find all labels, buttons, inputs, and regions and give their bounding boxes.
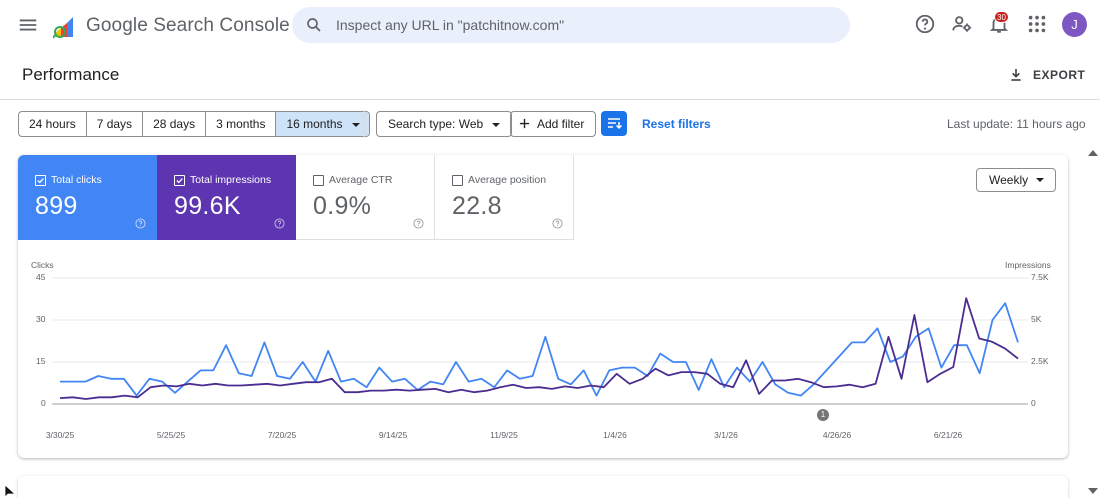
caret-down-icon: [492, 122, 501, 127]
range-16-months-label: 16 months: [286, 117, 343, 131]
date-range-selector: 24 hours 7 days 28 days 3 months 16 mont…: [18, 111, 370, 137]
top-bar: Google Search Console 30 J: [0, 0, 1100, 52]
chart-annotation-marker[interactable]: 1: [817, 409, 829, 421]
filter-list-icon: [608, 118, 623, 130]
export-button[interactable]: EXPORT: [1008, 64, 1085, 86]
plus-icon: [519, 118, 530, 129]
scroll-up-arrow[interactable]: [1088, 150, 1098, 156]
url-inspection-search[interactable]: [292, 7, 850, 43]
mouse-cursor-icon: [4, 484, 16, 498]
range-28-days[interactable]: 28 days: [143, 112, 207, 136]
range-16-months[interactable]: 16 months: [276, 112, 369, 136]
search-input[interactable]: [336, 7, 836, 43]
menu-icon[interactable]: [17, 14, 39, 36]
range-24-hours[interactable]: 24 hours: [19, 112, 87, 136]
caret-down-icon: [351, 122, 360, 127]
scroll-down-arrow[interactable]: [1088, 488, 1098, 494]
series-line-impressions[interactable]: [59, 297, 1019, 400]
queries-table-card: [18, 476, 1068, 498]
apps-icon[interactable]: [1026, 13, 1048, 35]
add-filter-button[interactable]: Add filter: [510, 111, 597, 137]
app-title: Google Search Console: [86, 15, 290, 36]
reset-filters-link[interactable]: Reset filters: [642, 117, 711, 131]
manage-users-icon[interactable]: [951, 13, 973, 35]
add-filter-label: Add filter: [537, 117, 585, 131]
performance-chart-card: Total clicks 899 Total impressions 99.6K…: [18, 155, 1068, 458]
notification-count-badge: 30: [994, 11, 1009, 23]
export-label: EXPORT: [1033, 68, 1086, 82]
download-icon: [1011, 69, 1021, 81]
range-3-months[interactable]: 3 months: [206, 112, 277, 136]
series-line-clicks[interactable]: [60, 302, 1019, 397]
avatar[interactable]: J: [1062, 12, 1087, 37]
search-type-label: Search type: Web: [388, 117, 484, 131]
page-title: Performance: [22, 65, 120, 84]
performance-line-chart[interactable]: [18, 155, 1068, 458]
filter-settings-button[interactable]: [601, 111, 627, 136]
filter-divider: [364, 110, 365, 138]
last-update-text: Last update: 11 hours ago: [947, 117, 1086, 131]
search-type-filter[interactable]: Search type: Web: [376, 111, 513, 137]
help-icon[interactable]: [914, 13, 936, 35]
range-7-days[interactable]: 7 days: [87, 112, 144, 136]
search-icon: [307, 18, 321, 32]
search-console-logo: [53, 17, 73, 39]
header-divider: [0, 99, 1100, 100]
